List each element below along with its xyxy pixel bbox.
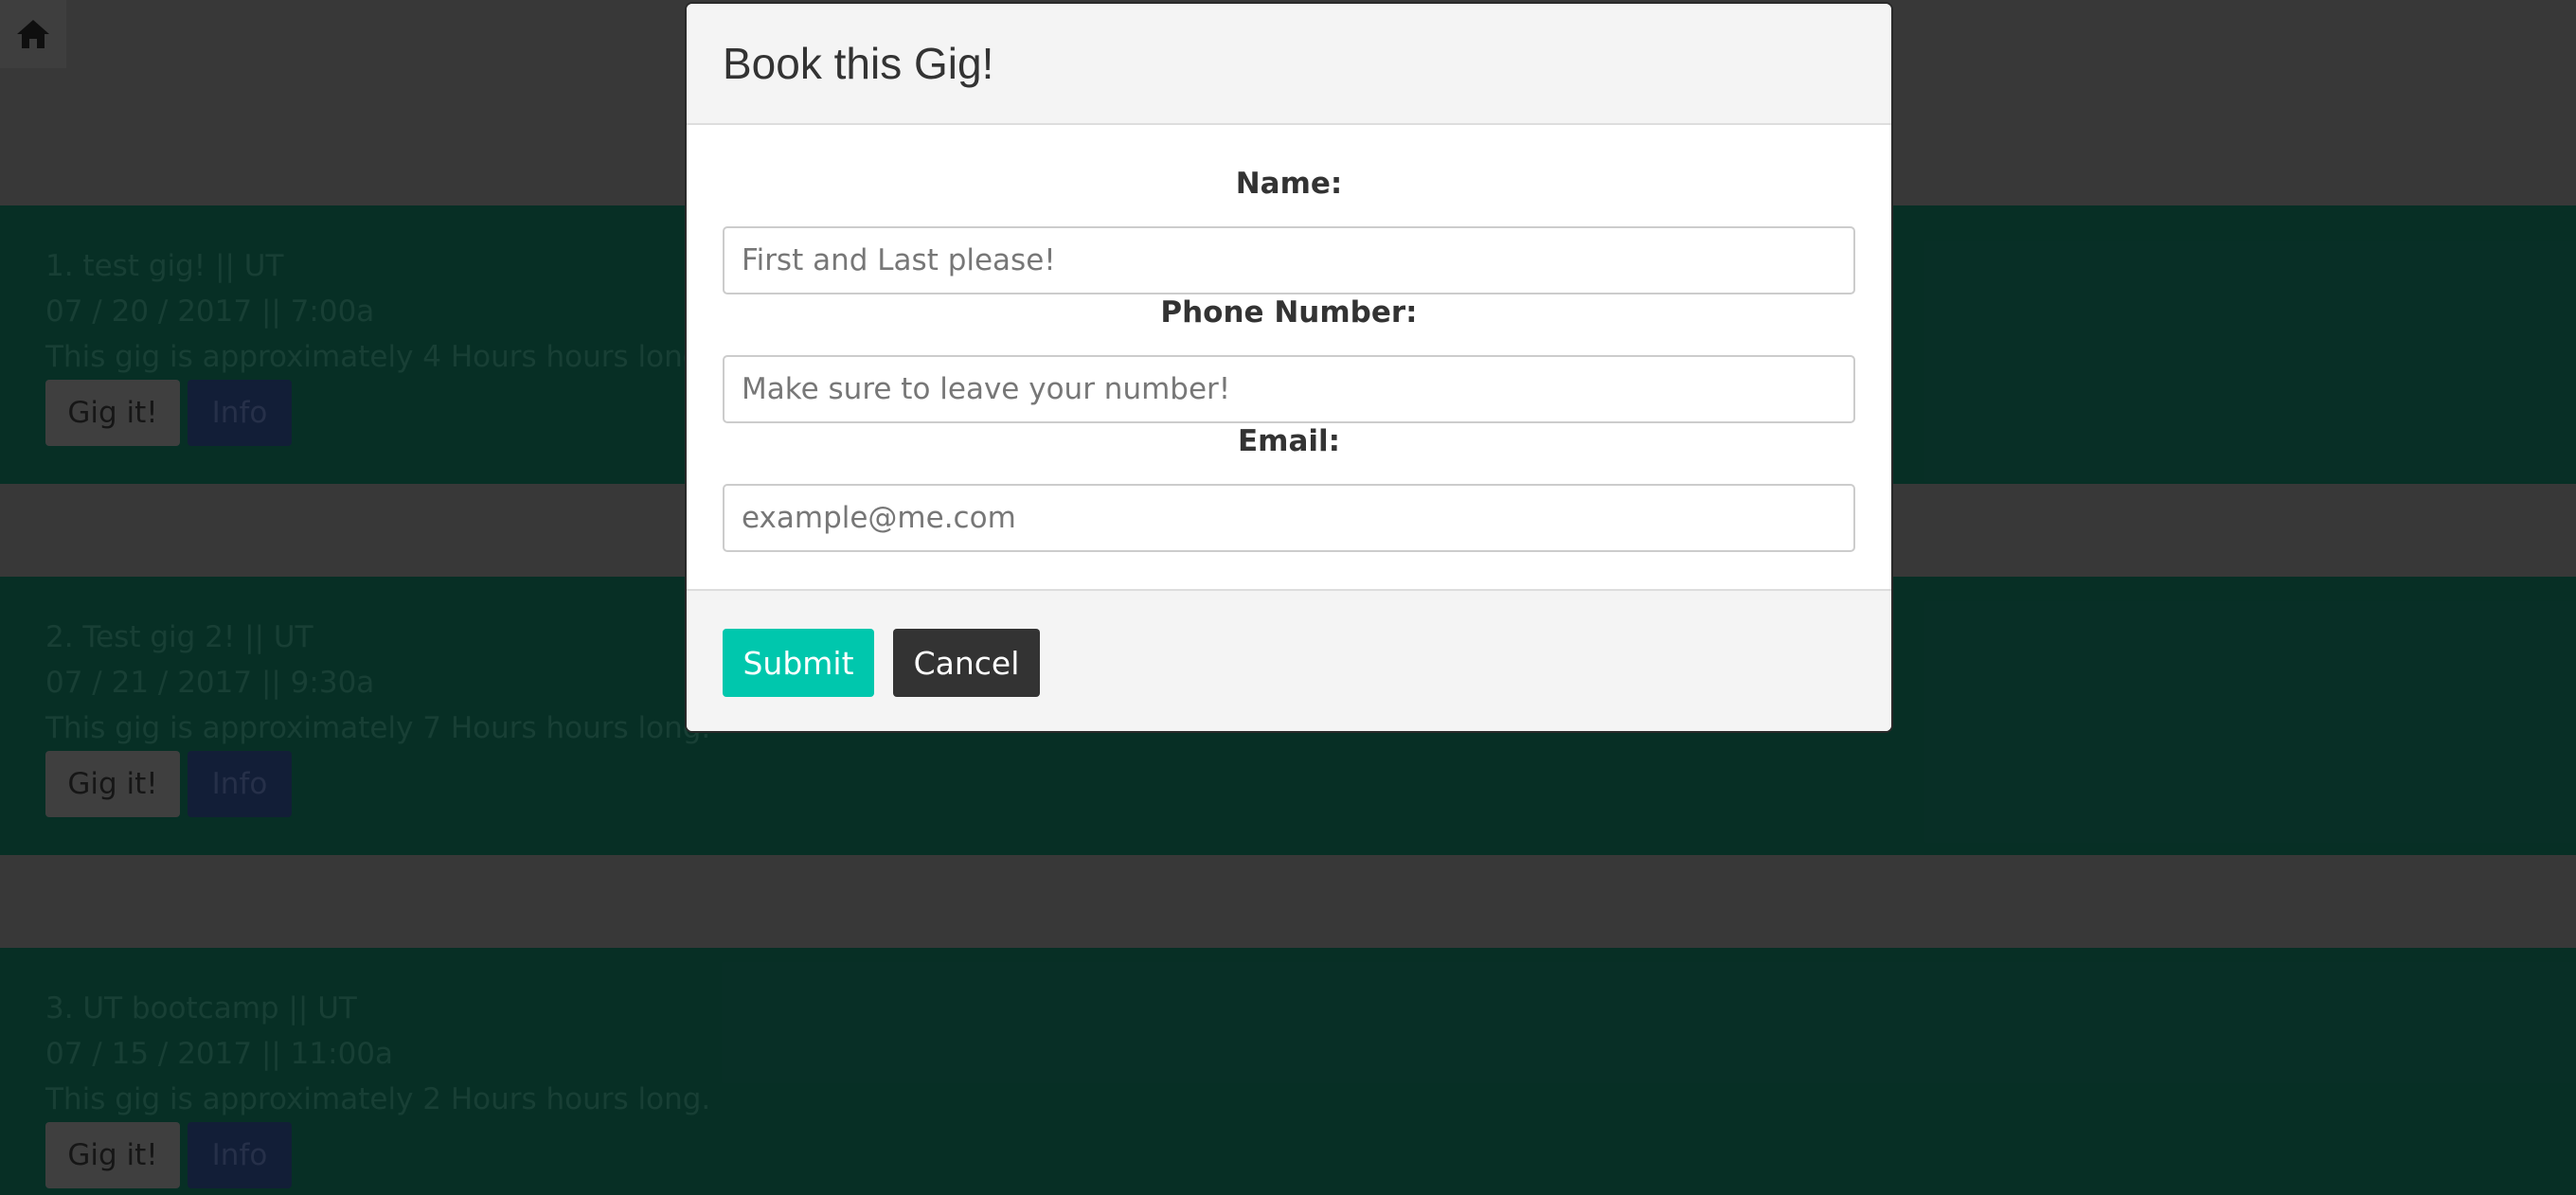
booking-form: Name: Phone Number: Email: xyxy=(687,125,1891,589)
modal-header: Book this Gig! xyxy=(687,4,1891,125)
name-input[interactable] xyxy=(723,226,1855,294)
phone-input[interactable] xyxy=(723,355,1855,423)
submit-button[interactable]: Submit xyxy=(723,629,874,697)
modal-title: Book this Gig! xyxy=(723,39,994,88)
email-label: Email: xyxy=(1237,424,1341,458)
modal-footer: Submit Cancel xyxy=(687,589,1891,731)
cancel-button[interactable]: Cancel xyxy=(893,629,1040,697)
book-gig-modal: Book this Gig! Name: Phone Number: Email… xyxy=(685,2,1893,733)
name-label: Name: xyxy=(1235,167,1343,201)
phone-label: Phone Number: xyxy=(1160,295,1418,330)
email-input[interactable] xyxy=(723,484,1855,552)
